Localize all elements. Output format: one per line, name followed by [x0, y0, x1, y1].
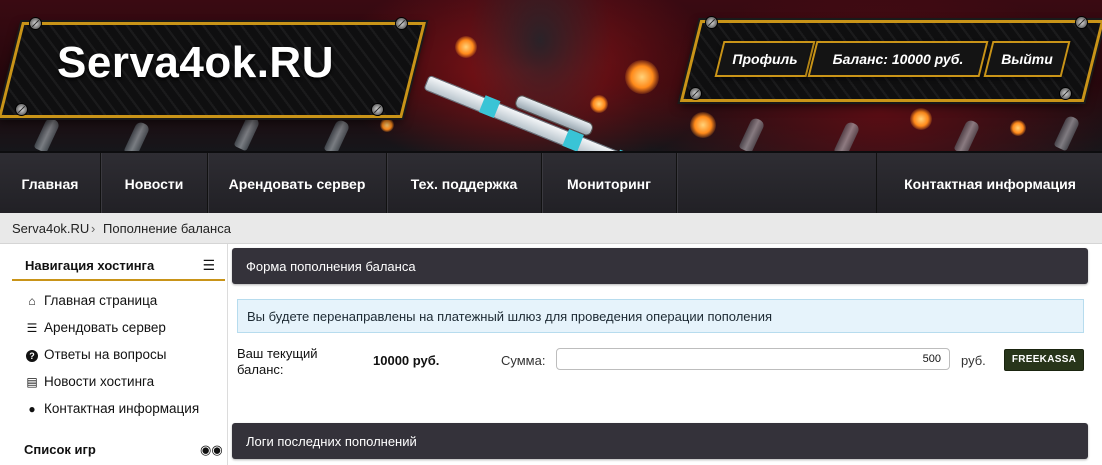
header-banner: Serva4ok.RU Профиль Баланс: 10000 руб. В…: [0, 0, 1102, 151]
question-icon: ?: [26, 350, 38, 362]
bolt-icon: [30, 18, 41, 29]
nav-item-home[interactable]: Главная: [0, 153, 101, 215]
redirect-info-box: Вы будете перенаправлены на платежный шл…: [237, 299, 1084, 333]
main-nav: Главная Новости Арендовать сервер Тех. п…: [0, 151, 1102, 215]
bolt-icon: [690, 88, 701, 99]
payment-logs-header: Логи последних пополнений: [232, 423, 1088, 459]
freekassa-button[interactable]: FREEKASSA: [1004, 349, 1084, 371]
list-icon[interactable]: ☰: [202, 258, 215, 274]
sum-label: Сумма:: [501, 353, 546, 368]
sidebar-item-faq[interactable]: ? Ответы на вопросы: [24, 347, 166, 367]
sidebar-item-label: Контактная информация: [44, 401, 200, 416]
home-icon: ⌂: [28, 294, 36, 308]
bolt-icon: [396, 18, 407, 29]
sidebar-item-label: Ответы на вопросы: [44, 347, 167, 362]
sidebar-games-header: Список игр: [24, 442, 96, 457]
current-balance-value: 10000 руб.: [373, 353, 440, 368]
sidebar-item-label: Арендовать сервер: [44, 320, 166, 335]
banner-bottle: [953, 118, 981, 151]
logout-button-label: Выйти: [1001, 51, 1053, 67]
bolt-icon: [372, 104, 383, 115]
nav-item-news[interactable]: Новости: [101, 153, 208, 215]
balance-form-header: Форма пополнения баланса: [232, 248, 1088, 284]
newspaper-icon: ▤: [26, 375, 38, 389]
banner-spark: [625, 60, 659, 94]
banner-bottle: [233, 114, 261, 151]
banner-bottle: [738, 116, 766, 151]
sidebar-item-label: Новости хостинга: [44, 374, 155, 389]
bolt-icon: [1060, 88, 1071, 99]
sidebar-item-rent-server[interactable]: ☰ Арендовать сервер: [24, 320, 166, 340]
current-balance-label: Ваш текущий баланс:: [237, 346, 318, 377]
breadcrumb-separator: ›: [91, 221, 96, 236]
banner-bottle: [33, 116, 61, 151]
balance-form-title: Форма пополнения баланса: [246, 259, 416, 274]
balance-button[interactable]: Баланс: 10000 руб.: [807, 41, 989, 77]
chat-icon: ●: [28, 402, 36, 416]
banner-spark: [455, 36, 477, 58]
banner-spark: [590, 95, 608, 113]
logout-button[interactable]: Выйти: [983, 41, 1071, 77]
nav-item-support[interactable]: Тех. поддержка: [387, 153, 542, 215]
sidebar-item-home[interactable]: ⌂ Главная страница: [24, 293, 157, 313]
banner-spark: [910, 108, 932, 130]
currency-label: руб.: [961, 353, 986, 368]
bolt-icon: [1076, 17, 1087, 28]
banner-spark: [690, 112, 716, 138]
breadcrumb-current: Пополнение баланса: [103, 221, 231, 236]
nav-item-rent-server[interactable]: Арендовать сервер: [208, 153, 387, 215]
server-icon: ☰: [26, 321, 38, 335]
site-logo[interactable]: Serva4ok.RU: [57, 38, 334, 88]
banner-bottle: [1053, 114, 1081, 151]
sidebar-header-title: Навигация хостинга: [25, 258, 155, 273]
bolt-icon: [706, 17, 717, 28]
sidebar-item-news[interactable]: ▤ Новости хостинга: [24, 374, 154, 394]
banner-bottle: [123, 120, 151, 151]
nav-item-monitoring[interactable]: Мониторинг: [542, 153, 677, 215]
bolt-icon: [16, 104, 27, 115]
sidebar-item-contacts[interactable]: ● Контактная информация: [24, 401, 199, 421]
breadcrumb: Serva4ok.RU › Пополнение баланса: [0, 213, 1102, 244]
sidebar-item-label: Главная страница: [44, 293, 158, 308]
breadcrumb-home[interactable]: Serva4ok.RU: [12, 221, 89, 236]
banner-bottle: [323, 118, 351, 151]
sum-input[interactable]: [556, 348, 950, 370]
profile-button-label: Профиль: [732, 51, 798, 67]
redirect-info-text: Вы будете перенаправлены на платежный шл…: [247, 309, 773, 324]
gamepad-icon: ◉◉: [200, 443, 223, 458]
profile-button[interactable]: Профиль: [714, 41, 816, 77]
banner-spark: [380, 118, 394, 132]
nav-item-contacts[interactable]: Контактная информация: [876, 153, 1102, 215]
payment-logs-title: Логи последних пополнений: [246, 434, 417, 449]
banner-bottle: [833, 120, 861, 151]
banner-spark: [1010, 120, 1026, 136]
balance-button-label: Баланс: 10000 руб.: [832, 51, 964, 67]
sidebar-header: Навигация хостинга ☰: [12, 249, 225, 281]
